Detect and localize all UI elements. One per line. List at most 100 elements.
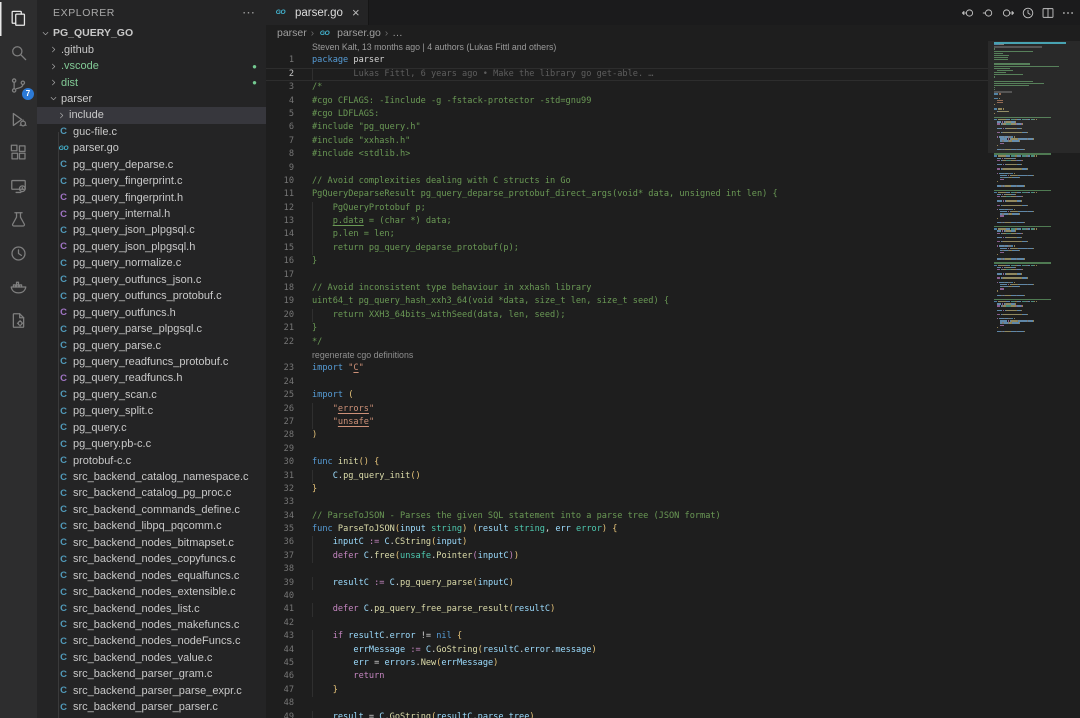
code-line-32[interactable]: 32}: [266, 483, 988, 496]
tree-item-pg-query-pb-c-c[interactable]: Cpg_query.pb-c.c: [37, 436, 266, 452]
tree-item--github[interactable]: .github: [37, 41, 266, 57]
code-line-45[interactable]: 45 err = errors.New(errMessage): [266, 657, 988, 670]
code-line-30[interactable]: 30func init() {: [266, 456, 988, 469]
code-line-1[interactable]: 1package parser: [266, 54, 988, 67]
code-area[interactable]: Steven Kalt, 13 months ago | 4 authors (…: [266, 41, 988, 718]
code-line-37[interactable]: 37 defer C.free(unsafe.Pointer(inputC)): [266, 550, 988, 563]
code-line-31[interactable]: 31 C.pg_query_init(): [266, 470, 988, 483]
tree-item-pg-query-go[interactable]: PG_QUERY_GO: [37, 25, 266, 41]
tree-item--vscode[interactable]: .vscode●: [37, 58, 266, 74]
tree-item-dist[interactable]: dist●: [37, 74, 266, 90]
file-history-icon[interactable]: [1021, 6, 1035, 20]
tab-parser-go[interactable]: GO parser.go ×: [266, 0, 369, 25]
tree-item-pg-query-json-plpgsql-c[interactable]: Cpg_query_json_plpgsql.c: [37, 222, 266, 238]
tree-item-src-backend-nodes-list-c[interactable]: Csrc_backend_nodes_list.c: [37, 600, 266, 616]
code-line-4[interactable]: 4#cgo CFLAGS: -Iinclude -g -fstack-prote…: [266, 95, 988, 108]
tree-item-guc-file-c[interactable]: Cguc-file.c: [37, 124, 266, 140]
activity-history[interactable]: [0, 237, 37, 271]
tree-item-src-backend-nodes-extensible-c[interactable]: Csrc_backend_nodes_extensible.c: [37, 584, 266, 600]
tree-item-pg-query-c[interactable]: Cpg_query.c: [37, 420, 266, 436]
tree-item-src-backend-nodes-copyfuncs-c[interactable]: Csrc_backend_nodes_copyfuncs.c: [37, 551, 266, 567]
tree-item-pg-query-parse-c[interactable]: Cpg_query_parse.c: [37, 337, 266, 353]
tree-item-pg-query-outfuncs-json-c[interactable]: Cpg_query_outfuncs_json.c: [37, 272, 266, 288]
tree-item-src-backend-nodes-value-c[interactable]: Csrc_backend_nodes_value.c: [37, 650, 266, 666]
activity-settings-file[interactable]: [0, 304, 37, 338]
tree-item-pg-query-split-c[interactable]: Cpg_query_split.c: [37, 403, 266, 419]
code-line-7[interactable]: 7#include "xxhash.h": [266, 135, 988, 148]
code-line-29[interactable]: 29: [266, 443, 988, 456]
code-line-13[interactable]: 13 p.data = (char *) data;: [266, 215, 988, 228]
activity-docker[interactable]: [0, 270, 37, 304]
code-line-38[interactable]: 38: [266, 563, 988, 576]
code-line-43[interactable]: 43 if resultC.error != nil {: [266, 630, 988, 643]
tree-item-pg-query-outfuncs-h[interactable]: Cpg_query_outfuncs.h: [37, 304, 266, 320]
breadcrumb-item-parser-go[interactable]: GOparser.go: [318, 27, 381, 39]
code-line-48[interactable]: 48: [266, 697, 988, 710]
tree-item-src-backend-catalog-namespace-c[interactable]: Csrc_backend_catalog_namespace.c: [37, 469, 266, 485]
code-line-49[interactable]: 49 result = C.GoString(resultC.parse_tre…: [266, 711, 988, 718]
activity-source-control[interactable]: 7: [0, 69, 37, 103]
code-line-47[interactable]: 47 }: [266, 684, 988, 697]
tree-item-include[interactable]: include: [37, 107, 266, 123]
previous-change-icon[interactable]: [961, 6, 975, 20]
code-line-16[interactable]: 16}: [266, 255, 988, 268]
code-line-21[interactable]: 21}: [266, 322, 988, 335]
code-line-39[interactable]: 39 resultC := C.pg_query_parse(inputC): [266, 577, 988, 590]
code-line-25[interactable]: 25import (: [266, 389, 988, 402]
tree-item-src-backend-nodes-equalfuncs-c[interactable]: Csrc_backend_nodes_equalfuncs.c: [37, 567, 266, 583]
code-line-9[interactable]: 9: [266, 162, 988, 175]
activity-testing[interactable]: [0, 203, 37, 237]
tree-item-protobuf-c-c[interactable]: Cprotobuf-c.c: [37, 452, 266, 468]
code-line-15[interactable]: 15 return pg_query_deparse_protobuf(p);: [266, 242, 988, 255]
tree-item-src-backend-catalog-pg-proc-c[interactable]: Csrc_backend_catalog_pg_proc.c: [37, 485, 266, 501]
tree-item-src-backend-libpq-pqcomm-c[interactable]: Csrc_backend_libpq_pqcomm.c: [37, 518, 266, 534]
code-line-22[interactable]: 22*/: [266, 336, 988, 349]
tree-item-pg-query-scan-c[interactable]: Cpg_query_scan.c: [37, 387, 266, 403]
tree-item-parser-go[interactable]: GOparser.go: [37, 140, 266, 156]
close-tab-icon[interactable]: ×: [352, 6, 360, 19]
next-change-icon[interactable]: [1001, 6, 1015, 20]
code-line-19[interactable]: 19uint64_t pg_query_hash_xxh3_64(void *d…: [266, 295, 988, 308]
code-line-26[interactable]: 26 "errors": [266, 403, 988, 416]
activity-search[interactable]: [0, 36, 37, 70]
code-line-28[interactable]: 28): [266, 429, 988, 442]
minimap-slider[interactable]: [988, 41, 1080, 153]
code-line-12[interactable]: 12 PgQueryProtobuf p;: [266, 202, 988, 215]
breadcrumb-item-parser[interactable]: parser: [277, 27, 307, 39]
tree-item-pg-query-fingerprint-c[interactable]: Cpg_query_fingerprint.c: [37, 173, 266, 189]
code-line-46[interactable]: 46 return: [266, 670, 988, 683]
code-line-5[interactable]: 5#cgo LDFLAGS:: [266, 108, 988, 121]
tree-item-pg-query-deparse-c[interactable]: Cpg_query_deparse.c: [37, 157, 266, 173]
code-line-33[interactable]: 33: [266, 496, 988, 509]
tree-item-src-backend-parser-parser-c[interactable]: Csrc_backend_parser_parser.c: [37, 699, 266, 715]
code-line-6[interactable]: 6#include "pg_query.h": [266, 121, 988, 134]
tree-item-pg-query-outfuncs-protobuf-c[interactable]: Cpg_query_outfuncs_protobuf.c: [37, 288, 266, 304]
breadcrumb-item--[interactable]: …: [392, 27, 403, 39]
tree-item-parser[interactable]: parser: [37, 91, 266, 107]
split-editor-icon[interactable]: [1041, 6, 1055, 20]
code-line-2[interactable]: 2 Lukas Fittl, 6 years ago • Make the li…: [266, 68, 988, 81]
tree-item-src-backend-parser-parse-expr-c[interactable]: Csrc_backend_parser_parse_expr.c: [37, 683, 266, 699]
tree-item-src-backend-nodes-makefuncs-c[interactable]: Csrc_backend_nodes_makefuncs.c: [37, 617, 266, 633]
code-line-35[interactable]: 35func ParseToJSON(input string) (result…: [266, 523, 988, 536]
activity-remote-explorer[interactable]: [0, 170, 37, 204]
code-line-20[interactable]: 20 return XXH3_64bits_withSeed(data, len…: [266, 309, 988, 322]
code-line-34[interactable]: 34// ParseToJSON - Parses the given SQL …: [266, 510, 988, 523]
code-line-11[interactable]: 11PgQueryDeparseResult pg_query_deparse_…: [266, 188, 988, 201]
tree-item-src-backend-nodes-bitmapset-c[interactable]: Csrc_backend_nodes_bitmapset.c: [37, 535, 266, 551]
tree-item-pg-query-parse-plpgsql-c[interactable]: Cpg_query_parse_plpgsql.c: [37, 321, 266, 337]
tree-item-pg-query-internal-h[interactable]: Cpg_query_internal.h: [37, 206, 266, 222]
open-change-icon[interactable]: [981, 6, 995, 20]
code-line-40[interactable]: 40: [266, 590, 988, 603]
code-line-23[interactable]: 23import "C": [266, 362, 988, 375]
code-line-27[interactable]: 27 "unsafe": [266, 416, 988, 429]
tree-item-src-backend-nodes-nodefuncs-c[interactable]: Csrc_backend_nodes_nodeFuncs.c: [37, 633, 266, 649]
tree-item-pg-query-json-plpgsql-h[interactable]: Cpg_query_json_plpgsql.h: [37, 239, 266, 255]
tree-item-pg-query-normalize-c[interactable]: Cpg_query_normalize.c: [37, 255, 266, 271]
tree-item-pg-query-readfuncs-protobuf-c[interactable]: Cpg_query_readfuncs_protobuf.c: [37, 354, 266, 370]
tree-item-pg-query-fingerprint-h[interactable]: Cpg_query_fingerprint.h: [37, 189, 266, 205]
code-line-44[interactable]: 44 errMessage := C.GoString(resultC.erro…: [266, 644, 988, 657]
more-actions-icon[interactable]: [1061, 6, 1075, 20]
tree-item-pg-query-readfuncs-h[interactable]: Cpg_query_readfuncs.h: [37, 370, 266, 386]
activity-explorer[interactable]: [0, 2, 37, 36]
